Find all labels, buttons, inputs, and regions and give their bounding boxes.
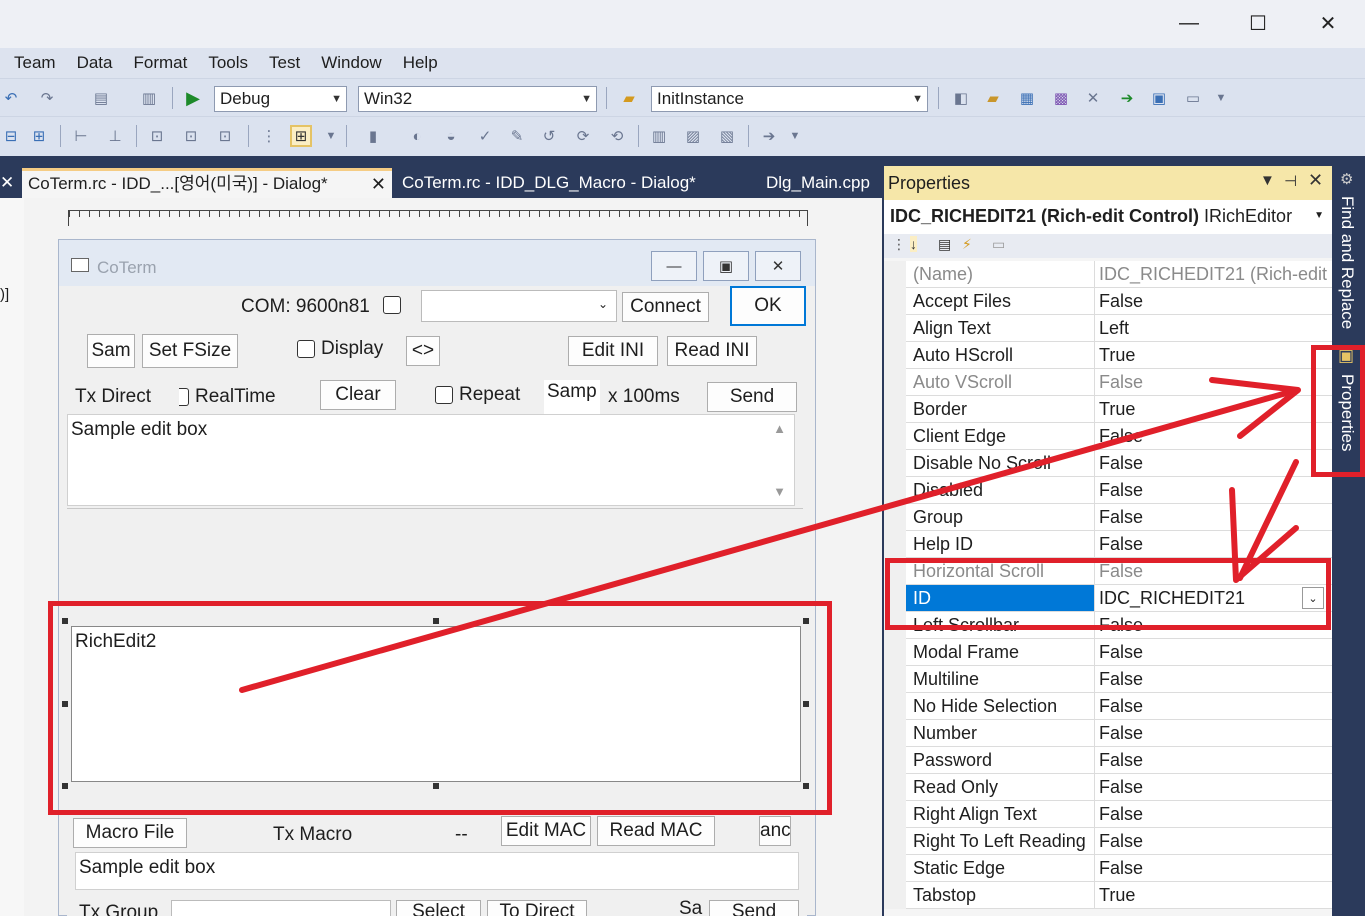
arrow-line — [1237, 459, 1299, 581]
annotation-arrows — [239, 377, 1301, 693]
arrow-line — [239, 389, 1293, 693]
